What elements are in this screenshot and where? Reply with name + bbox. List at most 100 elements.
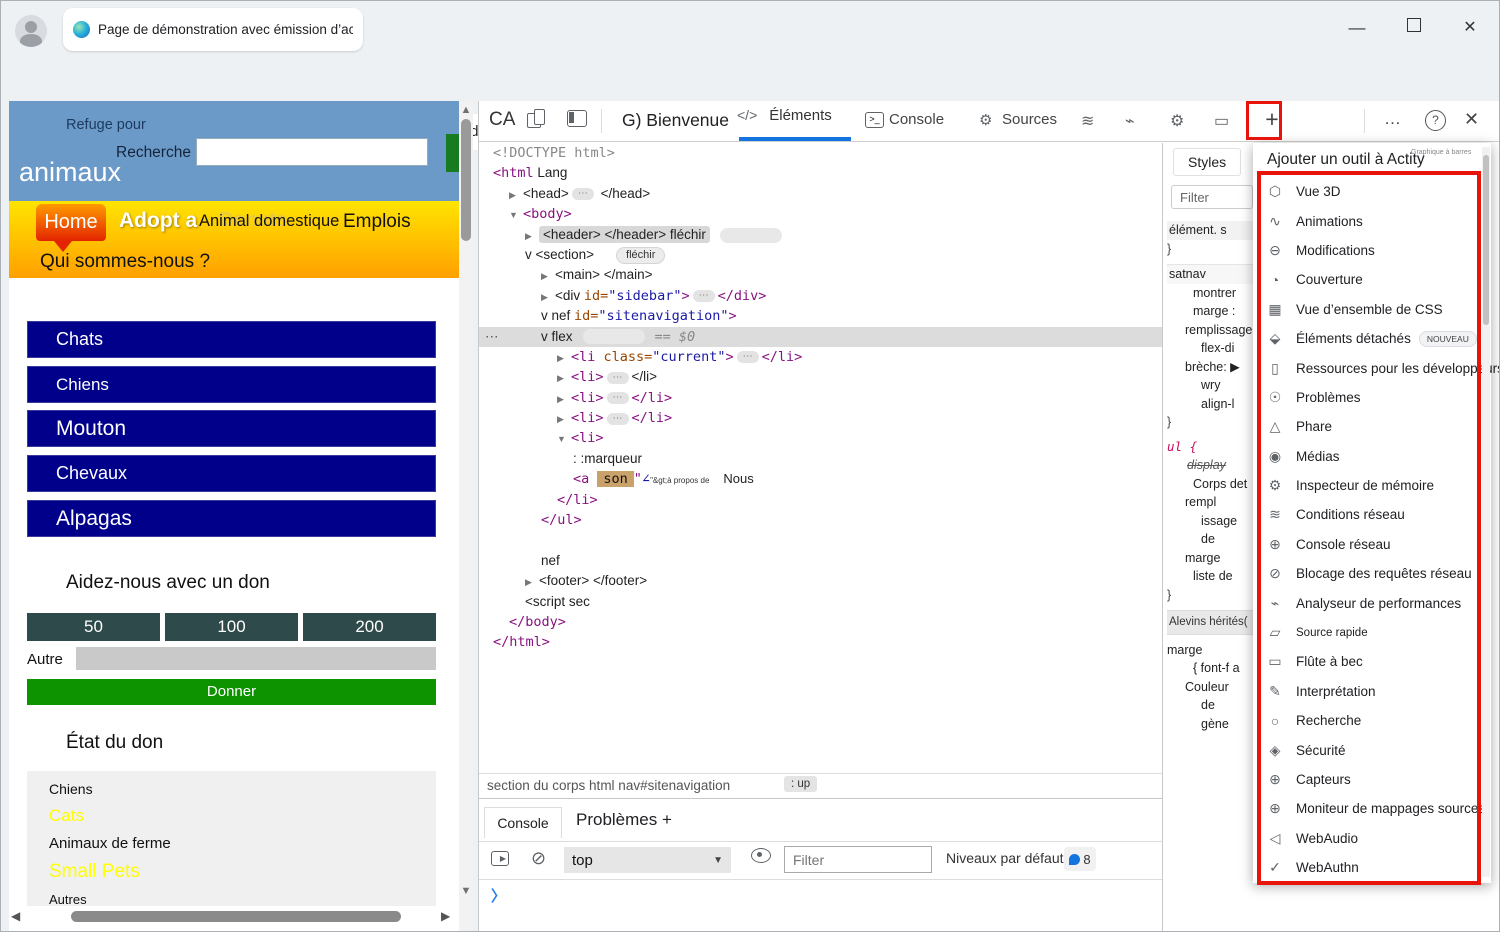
dom-tree-row[interactable]: ▶<footer> </footer> [479, 571, 1162, 591]
dom-tree-row[interactable]: v nef id="sitenavigation"> [479, 306, 1162, 326]
expand-arrow-icon[interactable]: ▶ [525, 572, 535, 592]
other-amount-input[interactable] [76, 647, 436, 670]
expand-arrow-icon[interactable]: ▶ [557, 389, 567, 409]
amount-button-50[interactable]: 50 [27, 613, 160, 641]
style-rule-line[interactable]: Corps det [1167, 475, 1259, 494]
log-levels-dropdown[interactable]: Niveaux par défaut ▾ [946, 850, 1072, 866]
style-rule-line[interactable]: marge [1167, 641, 1259, 660]
status-item[interactable]: Animaux de ferme [49, 835, 436, 852]
tab-console[interactable]: Console [889, 111, 944, 128]
vertical-scrollbar[interactable] [461, 119, 471, 241]
status-item[interactable]: Cats [49, 806, 436, 826]
menu-scrollbar-track[interactable] [1482, 147, 1490, 877]
style-rule-line[interactable]: Alevins hérités( [1167, 610, 1259, 635]
console-sidebar-icon[interactable]: ▶ [491, 851, 509, 866]
animal-button-mouton[interactable]: Mouton [27, 410, 436, 447]
status-item[interactable]: Chiens [49, 781, 436, 797]
dom-tree-row[interactable]: ▶<div id="sidebar">⋯</div> [479, 286, 1162, 306]
style-rule-line[interactable]: remplissage [1167, 321, 1259, 340]
dom-tree-row[interactable]: </html> [479, 632, 1162, 652]
application-layout-icon[interactable]: ▭ [1214, 111, 1229, 131]
styles-filter-input[interactable]: Filter [1171, 185, 1253, 209]
expand-arrow-icon[interactable]: ▶ [557, 368, 567, 388]
dom-tree-row[interactable]: ▶<head>⋯ </head> [479, 184, 1162, 204]
style-rule-line[interactable]: marge : [1167, 302, 1259, 321]
performance-gauge-icon[interactable]: ⌁ [1125, 111, 1135, 131]
vscroll-down-arrow[interactable]: ▼ [460, 885, 472, 897]
network-wifi-icon[interactable]: ≋ [1081, 111, 1094, 131]
devtools-more-button[interactable]: … [1384, 109, 1402, 129]
animal-button-chevaux[interactable]: Chevaux [27, 455, 436, 492]
style-rule-line[interactable]: issage [1167, 512, 1259, 531]
horizontal-scrollbar[interactable] [71, 911, 401, 922]
nav-item-jobs[interactable]: Emplois [343, 211, 411, 233]
dom-tree-row[interactable]: ▶<li>⋯</li> [479, 408, 1162, 428]
status-item[interactable]: Small Pets [49, 861, 436, 883]
style-rule-line[interactable]: élément. s [1167, 221, 1259, 240]
live-expression-eye-icon[interactable] [751, 848, 771, 863]
profile-avatar[interactable] [15, 15, 47, 47]
style-rule-line[interactable]: marge [1167, 549, 1259, 568]
tab-elements[interactable]: </>Éléments [737, 107, 838, 125]
style-rule-line[interactable]: satnav [1167, 264, 1259, 284]
nav-item-about[interactable]: Qui sommes-nous ? [40, 251, 210, 273]
amount-button-100[interactable]: 100 [165, 613, 298, 641]
amount-button-200[interactable]: 200 [303, 613, 436, 641]
animal-button-alpagas[interactable]: Alpagas [27, 500, 436, 537]
style-rule-line[interactable]: de [1167, 530, 1259, 549]
style-rule-line[interactable]: flex-di [1167, 339, 1259, 358]
collapse-arrow-icon[interactable]: ▼ [509, 205, 519, 225]
flex-badge[interactable]: fléchir [616, 247, 665, 264]
style-rule-line[interactable]: display [1167, 456, 1259, 475]
status-item[interactable]: Autres [49, 892, 436, 906]
style-rule-line[interactable]: align-l [1167, 395, 1259, 414]
dom-tree-row[interactable]: </ul> [479, 510, 1162, 530]
dom-tree-row[interactable]: ▶<li>⋯</li> [479, 388, 1162, 408]
animal-button-chiens[interactable]: Chiens [27, 366, 436, 403]
devtools-help-button[interactable]: ? [1425, 110, 1446, 131]
style-rule-line[interactable]: } [1167, 240, 1259, 259]
panel-layout-icon[interactable] [567, 110, 587, 127]
minimize-button[interactable]: — [1344, 17, 1370, 39]
styles-tab[interactable]: Styles [1173, 148, 1241, 176]
inline-expand-icon[interactable]: ⋯ [737, 351, 759, 363]
dom-tree-row[interactable]: ▶<main> </main> [479, 265, 1162, 285]
nav-item-pet[interactable]: Animal domestique [199, 212, 339, 231]
tab-sources[interactable]: Sources [1002, 111, 1057, 128]
inline-expand-icon[interactable]: ⋯ [693, 290, 715, 302]
expand-arrow-icon[interactable]: ▶ [541, 287, 551, 307]
dom-tree-row[interactable]: <a son"∠"&gt;à propos deNous [479, 469, 1162, 489]
inspect-element-button[interactable]: CA [489, 109, 515, 131]
dom-tree-row[interactable]: : :marqueur [479, 449, 1162, 469]
drawer-tab-console[interactable]: Console [484, 807, 562, 838]
console-filter-input[interactable] [784, 846, 932, 873]
dom-tree-row[interactable]: v <section>fléchir [479, 245, 1162, 265]
inline-expand-icon[interactable]: ⋯ [607, 413, 629, 425]
style-rule-line[interactable]: gène [1167, 715, 1259, 734]
device-emulation-icon[interactable] [527, 109, 544, 128]
vscroll-up-arrow[interactable]: ▲ [460, 104, 472, 116]
nav-item-adopt[interactable]: Adopt a [119, 209, 197, 233]
dom-tree-row[interactable]: ▶<li>⋯</li> [479, 367, 1162, 387]
collapse-arrow-icon[interactable]: ▼ [557, 429, 567, 449]
dom-tree-row[interactable] [479, 530, 1162, 550]
hscroll-left-arrow[interactable]: ◀ [11, 909, 20, 923]
inline-expand-icon[interactable]: ⋯ [607, 372, 629, 384]
expand-arrow-icon[interactable]: ▶ [557, 348, 567, 368]
style-rule-line[interactable]: } [1167, 413, 1259, 432]
dom-tree-row[interactable]: nef [479, 551, 1162, 571]
console-prompt-chevron[interactable]: 〉 [491, 885, 506, 906]
expand-arrow-icon[interactable]: ▶ [557, 409, 567, 429]
dom-tree-row[interactable]: </body> [479, 612, 1162, 632]
search-input[interactable] [196, 138, 428, 166]
maximize-button[interactable] [1401, 17, 1427, 39]
inline-expand-icon[interactable]: ⋯ [572, 188, 594, 200]
nav-item-home[interactable]: Home [36, 204, 106, 241]
style-rule-line[interactable]: ul { [1167, 438, 1259, 457]
cpu-chip-icon[interactable]: ⚙ [1170, 111, 1184, 131]
dom-tree-row[interactable]: <html Lang [479, 163, 1162, 183]
style-rule-line[interactable]: rempl [1167, 493, 1259, 512]
dom-tree-row[interactable]: ▶<li class="current">⋯</li> [479, 347, 1162, 367]
dom-breadcrumb[interactable]: section du corps html nav#sitenavigation [487, 778, 730, 793]
style-rule-line[interactable]: { font-f a [1167, 659, 1259, 678]
